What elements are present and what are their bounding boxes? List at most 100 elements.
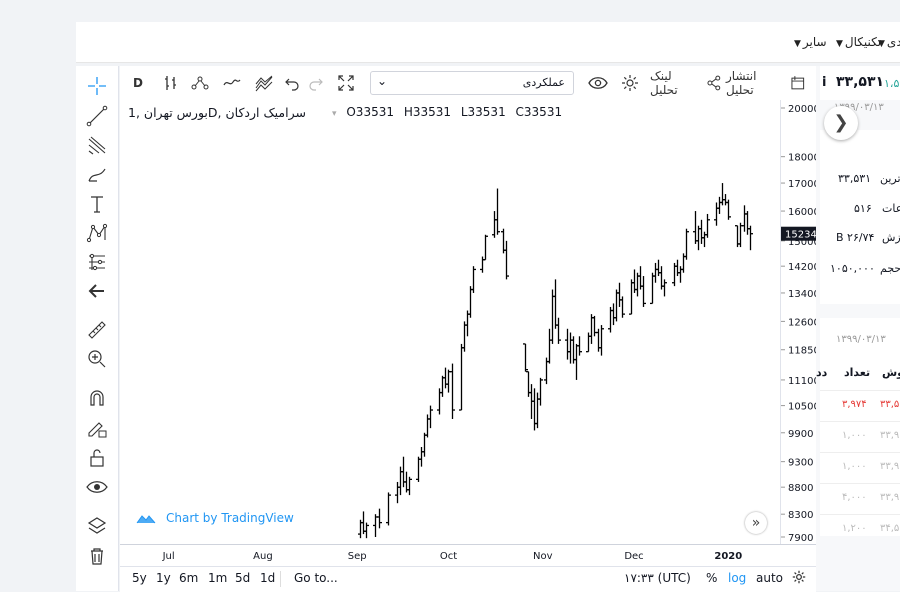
settings-gear-icon[interactable] xyxy=(792,570,806,587)
ohlc-bar xyxy=(662,279,667,297)
y-tick-label: 8300 xyxy=(788,510,813,521)
trash-icon[interactable] xyxy=(85,544,109,568)
x-tick-label: Jul xyxy=(162,551,175,562)
tradingview-logo-icon xyxy=(136,515,156,524)
range-5d-button[interactable]: 5d xyxy=(235,571,250,585)
price-header: i ۳۳,۵۳۱ ۱،۵۹ xyxy=(820,66,900,100)
percent-toggle[interactable]: % xyxy=(706,571,717,585)
tradingview-watermark[interactable]: Chart by TradingView xyxy=(136,511,294,525)
auto-toggle[interactable]: auto xyxy=(756,571,783,585)
price-axis[interactable]: 20000 18000 17000 16000 15000 14200 13400 12600… xyxy=(780,100,820,544)
back-arrow-icon[interactable] xyxy=(85,279,109,303)
ohlc-bar xyxy=(653,262,658,283)
ohlc-bar xyxy=(547,328,552,364)
trade-row: ۱,۰۰۰ ۳۳,۹ xyxy=(820,421,900,452)
crosshair-tool-icon[interactable] xyxy=(85,74,109,98)
ohlc-bar xyxy=(407,476,412,496)
menu-technical[interactable]: ▼ تکنیکال xyxy=(836,35,881,49)
fullscreen-icon[interactable] xyxy=(334,72,358,94)
x-tick-label: Dec xyxy=(624,551,643,562)
range-1y-button[interactable]: 1y xyxy=(156,571,171,585)
time-axis[interactable]: Jul Aug Sep Oct Nov Dec 2020 xyxy=(120,544,816,567)
ohlc-bar xyxy=(443,367,448,389)
pitchfork-tool-icon[interactable] xyxy=(85,133,109,157)
chart-plot-area[interactable]: بورس تهران ,1D, سرامیک اردکان ▾ O33531 H… xyxy=(120,100,780,544)
layers-icon[interactable] xyxy=(85,514,109,538)
pattern-tool-icon[interactable] xyxy=(85,221,109,245)
redo-icon[interactable] xyxy=(306,72,326,94)
magnet-icon[interactable] xyxy=(85,387,109,411)
ohlc-bar xyxy=(699,219,704,244)
settings-gear-icon[interactable] xyxy=(618,72,642,94)
log-toggle[interactable]: log xyxy=(728,571,746,585)
stats-card: ۳۳,۵۳۱ترین: ۵۱۶عات: B ۲۶/۷۴رزش: ۱۰۵۰,۰۰۰… xyxy=(820,130,900,304)
y-tick-label: 16000 xyxy=(788,207,817,218)
ohlc-bar xyxy=(742,205,747,232)
interval-button[interactable]: D xyxy=(128,72,148,94)
ohlc-bar xyxy=(468,286,473,318)
chevron-down-icon: ▼ xyxy=(878,39,885,49)
ohlc-bar xyxy=(705,213,710,238)
symbol-info-panel: i ۳۳,۵۳۱ ۱،۵۹ ۱۳۹۹/۰۳/۱۳ ۳۳,۵۳۱ترین: ۵۱۶… xyxy=(816,66,900,591)
menu-general[interactable]: ▼ادی xyxy=(878,35,900,49)
template-select[interactable]: ⌄ عملکردی xyxy=(370,71,574,95)
ohlc-bar xyxy=(650,272,655,305)
info-icon[interactable]: i xyxy=(822,75,826,90)
ohlc-bar xyxy=(656,259,661,277)
trend-line-tool-icon[interactable] xyxy=(85,104,109,128)
text-tool-icon[interactable] xyxy=(85,192,109,216)
ohlc-bar xyxy=(459,343,464,411)
symbol-title: بورس تهران ,1D, سرامیک اردکان xyxy=(128,105,306,120)
range-6m-button[interactable]: 6m xyxy=(179,571,198,585)
ohlc-bar xyxy=(416,456,421,482)
drawing-toolbar xyxy=(76,66,119,591)
scroll-to-realtime-button[interactable]: » xyxy=(745,512,767,534)
chart-legend: بورس تهران ,1D, سرامیک اردکان xyxy=(128,105,306,120)
y-tick-label: 9900 xyxy=(788,429,813,440)
share-link-button[interactable]: لینک تحلیل xyxy=(650,69,722,97)
ohlc-bar xyxy=(565,328,570,360)
eye-icon[interactable] xyxy=(586,72,610,94)
trade-row: ۱,۰۰۰ ۳۳,۹ xyxy=(820,452,900,483)
zoom-in-icon[interactable] xyxy=(85,347,109,371)
ohlc-bar xyxy=(440,375,445,397)
range-5y-button[interactable]: 5y xyxy=(132,571,147,585)
ohlc-bar xyxy=(629,279,634,315)
trade-row: ۴,۰۰۰ ۳۳,۹ xyxy=(820,483,900,514)
strategy-icon[interactable] xyxy=(252,72,276,94)
ohlc-bar xyxy=(550,289,555,344)
collapse-panel-button[interactable]: ❯ xyxy=(824,106,858,140)
ruler-tool-icon[interactable] xyxy=(85,318,109,342)
menu-other[interactable]: ▼ سایر xyxy=(794,35,827,49)
dropdown-arrow-icon[interactable]: ▾ xyxy=(332,109,337,119)
brush-tool-icon[interactable] xyxy=(85,163,109,187)
price-chart[interactable] xyxy=(120,100,780,544)
bar-style-icon[interactable] xyxy=(160,72,182,94)
eye-icon[interactable] xyxy=(85,475,109,499)
x-tick-label: Oct xyxy=(440,551,457,562)
ohlc-bar xyxy=(398,466,403,496)
range-1d-button[interactable]: 1d xyxy=(260,571,275,585)
timezone-button[interactable]: ۱۷:۳۳ (UTC) xyxy=(624,571,691,585)
top-navigation-bar: ▼سایر ▼تکنیکال ▼ادی xyxy=(76,22,900,63)
goto-button[interactable]: Go to... xyxy=(294,571,338,585)
ohlc-bar xyxy=(599,325,604,356)
indicators-icon[interactable] xyxy=(188,72,212,94)
chevron-down-icon: ▼ xyxy=(836,39,843,49)
y-tick-label: 11850 xyxy=(788,346,817,357)
unlock-icon[interactable] xyxy=(85,446,109,470)
ohlc-bar xyxy=(471,266,476,293)
bottom-toolbar: 5y 1y 6m 1m 5d 1d Go to... ۱۷:۳۳ (UTC) %… xyxy=(120,566,816,592)
trade-row: ۱,۲۰۰ ۳۴,۵ xyxy=(820,514,900,545)
trade-price: ۳۴,۵ xyxy=(880,523,900,534)
range-1m-button[interactable]: 1m xyxy=(208,571,227,585)
trades-card: ۱۳۹۹/۰۳/۱۳ وش تعداد دد ۳,۹۷۴ ۳۳,۵ ۱,۰۰۰ ۳۳,… xyxy=(816,318,900,536)
y-tick-label: 14200 xyxy=(788,262,817,273)
undo-icon[interactable] xyxy=(282,72,302,94)
y-tick-label: 17000 xyxy=(788,179,817,190)
lock-pencil-icon[interactable] xyxy=(85,416,109,440)
ohlc-bar xyxy=(617,282,622,307)
publish-button[interactable]: انتشار تحلیل xyxy=(726,69,806,97)
compare-icon[interactable] xyxy=(220,72,244,94)
prediction-tool-icon[interactable] xyxy=(85,250,109,274)
